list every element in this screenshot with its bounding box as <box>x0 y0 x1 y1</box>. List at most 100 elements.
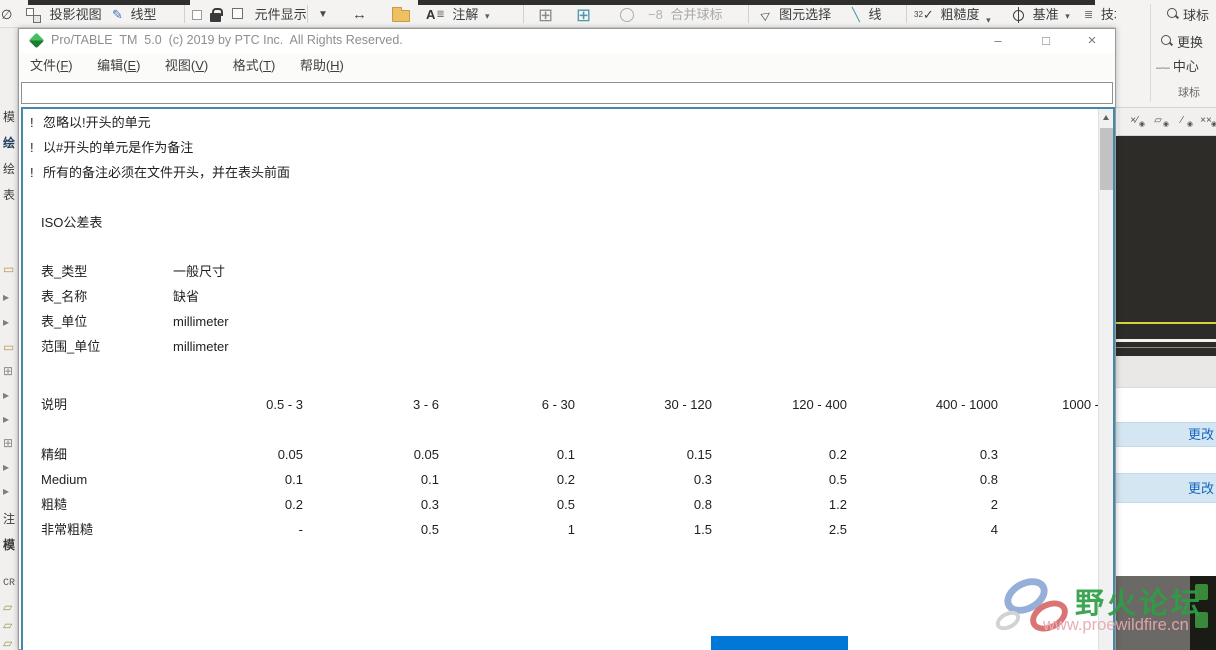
grid-icon[interactable]: ⊞ <box>3 436 17 454</box>
plane-icon[interactable]: ▱ <box>3 618 17 636</box>
plane-icon[interactable]: ▱ <box>3 636 17 650</box>
annotation-icon: A <box>426 7 436 22</box>
comment-marker: ! <box>30 115 34 130</box>
menu-view[interactable]: 视图(V) <box>162 53 211 79</box>
table-teal-icon[interactable]: ⊞ <box>576 4 591 26</box>
minimize-button[interactable]: – <box>981 31 1015 51</box>
ribbon-item-line[interactable]: ╲ 线 <box>852 4 881 26</box>
point-display-icon[interactable]: ⁄ ◉ <box>1172 113 1193 131</box>
chevron-down-icon: ▾ <box>485 11 490 21</box>
csys-display-icon[interactable]: ×× ◉ <box>1196 113 1216 131</box>
menu-format[interactable]: 格式(T) <box>230 53 279 79</box>
bottom-blue-button[interactable] <box>711 636 848 650</box>
folder-icon[interactable]: ▭ <box>3 262 17 280</box>
ptc-logo-icon <box>28 32 45 49</box>
comment-marker: ! <box>30 165 34 180</box>
change-link[interactable]: 更改 <box>1188 481 1214 496</box>
table-icon[interactable]: ⊞ <box>538 4 553 26</box>
table-row[interactable]: 粗糙 0.2 0.3 0.5 0.8 1.2 2 <box>23 492 1102 517</box>
circle-icon <box>620 4 634 26</box>
vertical-scrollbar[interactable] <box>1098 109 1113 650</box>
ribbon-item-merge-balloon: −8 合并球标 <box>648 4 722 26</box>
scrollbar-thumb[interactable] <box>1100 128 1113 190</box>
grid-icon[interactable]: ⊞ <box>3 364 17 382</box>
cell-edit-field[interactable] <box>21 82 1113 104</box>
arrow-icon[interactable]: ▸ <box>3 315 17 333</box>
table-row[interactable]: 精细 0.05 0.05 0.1 0.15 0.2 0.3 <box>23 442 1102 467</box>
table-header-row[interactable]: 说明 0.5 - 3 3 - 6 6 - 30 30 - 120 120 - 4… <box>23 392 1102 417</box>
dimension-icon[interactable]: ↔ <box>352 4 367 26</box>
arrow-icon[interactable]: ▸ <box>3 388 17 406</box>
chevron-down-icon: ▾ <box>986 15 991 25</box>
watermark-fragment <box>1195 612 1208 628</box>
ribbon-item-element-select[interactable]: ▷ 图元选择 <box>759 4 831 26</box>
datum-icon <box>1012 7 1025 23</box>
property-row[interactable]: 表_类型 一般尺寸 <box>23 259 1102 284</box>
table-row[interactable]: Medium 0.1 0.1 0.2 0.3 0.5 0.8 <box>23 467 1102 492</box>
close-button[interactable]: × <box>1075 31 1109 51</box>
change-link[interactable]: 更改 <box>1188 427 1214 442</box>
tab-draw-bold[interactable]: 绘 <box>3 134 17 152</box>
scroll-up-icon[interactable] <box>1099 109 1113 126</box>
menu-help[interactable]: 帮助(H) <box>297 53 347 79</box>
ribbon-item-annotation[interactable]: A≣ 注解 ▾ <box>426 4 490 26</box>
arrow-icon[interactable]: ▸ <box>3 484 17 502</box>
menu-file[interactable]: 文件(F) <box>27 53 76 79</box>
graphics-toolbar: ×⁄ ◉ ▱ ◉ ⁄ ◉ ×× ◉ <box>1118 108 1216 136</box>
checkbox[interactable] <box>192 4 202 26</box>
ribbon-right-column: 球标 更换 –·– 中心 球标 <box>1116 0 1216 108</box>
ribbon-item-line-style[interactable]: ✎ 线型 <box>112 4 157 26</box>
property-row[interactable]: 范围_单位 millimeter <box>23 334 1102 359</box>
comment-marker: ! <box>30 140 34 155</box>
ribbon-item-roughness[interactable]: 32✓ 粗糙度 ▾ <box>914 4 991 26</box>
arrow-icon[interactable]: ▸ <box>3 290 17 308</box>
separator <box>307 5 308 23</box>
plane-icon[interactable]: ▱ <box>3 600 17 618</box>
screen: ∅ 投影视图 ✎ 线型 元件显示 ▼ ↔ A≣ 注解 ▾ ⊞ ⊞ −8 合并球标… <box>0 0 1216 650</box>
ribbon-item-centerline[interactable]: –·– 中心 <box>1156 56 1199 78</box>
label-note[interactable]: 注 <box>3 510 17 528</box>
tab-draw[interactable]: 绘 <box>3 160 17 178</box>
lock-icon[interactable] <box>210 4 223 26</box>
section-title-row[interactable]: ISO公差表 <box>23 210 1102 235</box>
window-title: Pro/TABLE TM 5.0 (c) 2019 by PTC Inc. Al… <box>51 33 403 47</box>
table-row[interactable]: 非常粗糙 - 0.5 1 1.5 2.5 4 <box>23 517 1102 542</box>
protable-window: Pro/TABLE TM 5.0 (c) 2019 by PTC Inc. Al… <box>18 28 1116 650</box>
maximize-button[interactable]: □ <box>1029 31 1063 51</box>
tab-model[interactable]: 模 <box>3 108 17 126</box>
ribbon-item-datum[interactable]: 基准 ▾ <box>1012 4 1070 26</box>
label-cr[interactable]: CR <box>3 578 17 596</box>
ribbon-item-component-display[interactable]: 元件显示 <box>232 4 307 26</box>
separator <box>748 5 749 23</box>
partial-icon: ∅ <box>1 7 13 22</box>
component-display-icon <box>232 8 247 23</box>
bottom-dark-band <box>1116 576 1216 650</box>
comment-row[interactable]: ! 以#开头的单元是作为备注 <box>23 135 1102 160</box>
property-row[interactable]: 表_名称 缺省 <box>23 284 1102 309</box>
folder-icon[interactable] <box>392 4 410 26</box>
property-row[interactable]: 表_单位 millimeter <box>23 309 1102 334</box>
graphics-area: ×⁄ ◉ ▱ ◉ ⁄ ◉ ×× ◉ 更改 更改 <box>1116 108 1216 650</box>
plane-display-icon[interactable]: ▱ ◉ <box>1148 113 1169 131</box>
change-row[interactable]: 更改 <box>1116 422 1216 447</box>
arrow-icon[interactable]: ▸ <box>3 460 17 478</box>
ribbon-item-projection-view[interactable]: 投影视图 <box>26 4 102 26</box>
ribbon-item-balloon[interactable]: 球标 <box>1166 3 1209 25</box>
filter-icon[interactable]: ▼ <box>318 4 328 26</box>
ribbon-item-replace[interactable]: 更换 <box>1160 30 1203 52</box>
folder-icon[interactable]: ▭ <box>3 340 17 358</box>
line-icon: ╲ <box>852 7 860 22</box>
watermark-fragment <box>1195 584 1208 600</box>
arrow-icon[interactable]: ▸ <box>3 412 17 430</box>
pencil-icon: ✎ <box>112 7 123 22</box>
drawing-white-line <box>1116 339 1216 342</box>
tab-table[interactable]: 表 <box>3 186 17 204</box>
section-title: ISO公差表 <box>41 215 103 230</box>
label-model-bold[interactable]: 模 <box>3 536 17 554</box>
comment-row[interactable]: ! 忽略以!开头的单元 <box>23 110 1102 135</box>
axis-display-icon[interactable]: ×⁄ ◉ <box>1124 113 1145 131</box>
change-row[interactable]: 更改 <box>1116 473 1216 503</box>
menu-edit[interactable]: 编辑(E) <box>94 53 143 79</box>
comment-row[interactable]: ! 所有的备注必须在文件开头，并在表头前面 <box>23 160 1102 185</box>
window-titlebar[interactable]: Pro/TABLE TM 5.0 (c) 2019 by PTC Inc. Al… <box>19 29 1115 53</box>
